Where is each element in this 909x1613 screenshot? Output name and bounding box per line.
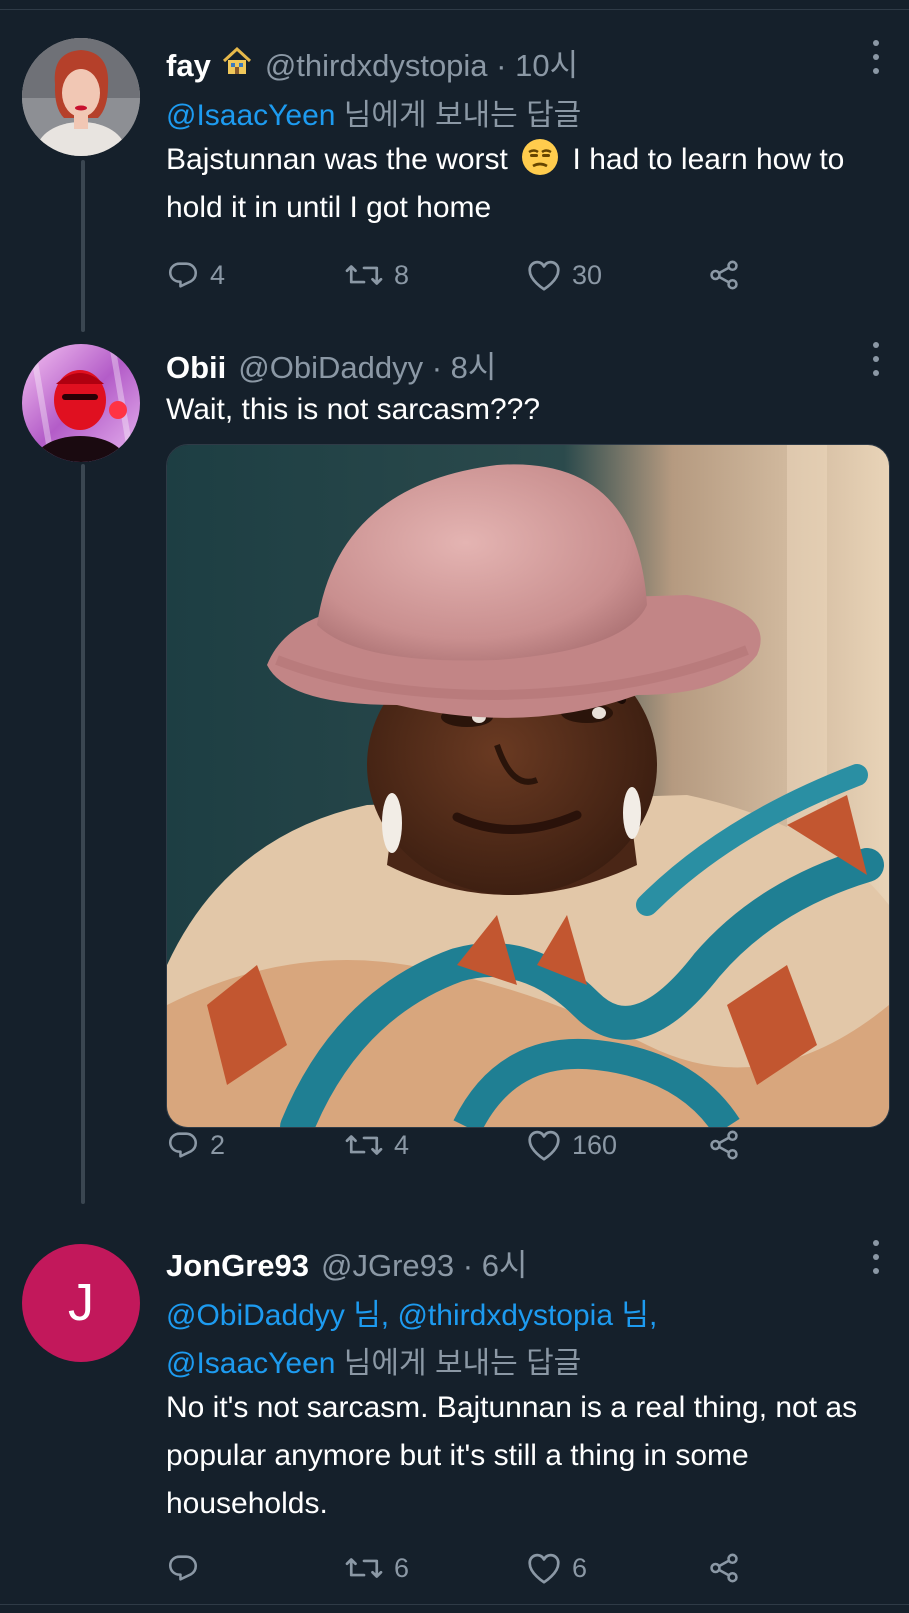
reply-separator: 님,	[344, 1299, 398, 1332]
like-icon	[528, 260, 560, 291]
retweet-icon	[345, 265, 383, 285]
like-count: 30	[572, 259, 603, 290]
reply-button[interactable]	[166, 1548, 210, 1588]
share-button[interactable]	[706, 1125, 742, 1165]
tweet-text: Wait, this is not sarcasm???	[166, 393, 541, 426]
retweet-button[interactable]: 8	[344, 255, 409, 295]
top-divider	[0, 9, 909, 10]
like-icon	[528, 1553, 560, 1584]
retweet-button[interactable]: 6	[344, 1548, 409, 1588]
share-button[interactable]	[706, 255, 742, 295]
unamused-face-icon	[520, 137, 560, 177]
bottom-divider	[0, 1604, 909, 1605]
reply-icon	[168, 1132, 198, 1158]
reply-separator: 님,	[613, 1299, 658, 1332]
more-icon[interactable]	[871, 1240, 881, 1274]
mention-link[interactable]: @thirdxdystopia	[397, 1299, 613, 1332]
like-icon	[528, 1130, 560, 1161]
tweet-media-image[interactable]	[166, 444, 890, 1128]
avatar-photo	[22, 344, 140, 462]
avatar-photo	[22, 38, 140, 156]
tweet-text-part: Bajstunnan was the worst	[166, 143, 517, 176]
tweet-text: No it's not sarcasm. Bajtunnan is a real…	[166, 1391, 858, 1520]
like-count: 160	[572, 1129, 618, 1160]
reply-label: 님에게 보내는 답글	[335, 99, 582, 132]
tweet-header: JonGre93 @JGre93 · 6시	[166, 1240, 527, 1284]
tweet-actions: 6 6	[166, 1548, 786, 1588]
more-icon[interactable]	[871, 342, 881, 376]
retweet-count: 6	[394, 1552, 410, 1583]
like-button[interactable]: 6	[526, 1548, 587, 1588]
reply-label: 님에게 보내는 답글	[335, 1347, 582, 1380]
tweet-text: Bajstunnan was the worst I had to learn …	[166, 136, 876, 232]
share-button[interactable]	[706, 1548, 742, 1588]
reply-icon	[168, 262, 198, 288]
tweet-header: fay @thirdxdystopia · 10시	[166, 40, 578, 84]
retweet-count: 4	[394, 1129, 410, 1160]
share-icon	[710, 1130, 738, 1160]
display-name[interactable]: Obii	[166, 350, 226, 386]
replying-to: @IsaacYeen 님에게 보내는 답글	[166, 1338, 581, 1382]
avatar[interactable]	[22, 344, 140, 462]
reply-button[interactable]: 2	[166, 1125, 225, 1165]
reply-count: 4	[210, 259, 226, 290]
share-icon	[710, 1553, 738, 1583]
reply-button[interactable]: 4	[166, 255, 225, 295]
retweet-icon	[345, 1558, 383, 1578]
mention-link[interactable]: @IsaacYeen	[166, 1347, 335, 1380]
media-photo	[167, 445, 889, 1127]
like-count: 6	[572, 1552, 588, 1583]
mention-link[interactable]: @ObiDaddyy	[166, 1299, 345, 1332]
share-icon	[710, 260, 738, 290]
handle-timestamp[interactable]: @thirdxdystopia · 10시	[265, 40, 578, 85]
handle-timestamp[interactable]: @ObiDaddyy · 8시	[238, 342, 496, 387]
tweet-actions: 2 4 160	[166, 1125, 786, 1165]
like-button[interactable]: 160	[526, 1125, 617, 1165]
replying-to: @IsaacYeen 님에게 보내는 답글	[166, 90, 581, 134]
reply-count: 2	[210, 1129, 226, 1160]
avatar[interactable]	[22, 38, 140, 156]
reply-icon	[168, 1555, 198, 1581]
thread-connector	[81, 464, 85, 1204]
avatar[interactable]: J	[22, 1244, 140, 1362]
more-icon[interactable]	[871, 40, 881, 74]
tweet-actions: 4 8 30	[166, 255, 786, 295]
display-name[interactable]: JonGre93	[166, 1248, 309, 1284]
handle-timestamp[interactable]: @JGre93 · 6시	[321, 1240, 527, 1285]
like-button[interactable]: 30	[526, 255, 602, 295]
thread-connector	[81, 160, 85, 332]
avatar-letter: J	[68, 1274, 94, 1332]
retweet-count: 8	[394, 259, 410, 290]
tweet-header: Obii @ObiDaddyy · 8시	[166, 342, 496, 386]
replying-to: @ObiDaddyy 님, @thirdxdystopia 님,	[166, 1290, 657, 1334]
retweet-button[interactable]: 4	[344, 1125, 409, 1165]
display-name[interactable]: fay	[166, 48, 211, 84]
home-icon	[221, 46, 253, 84]
mention-link[interactable]: @IsaacYeen	[166, 99, 335, 132]
retweet-icon	[345, 1135, 383, 1155]
